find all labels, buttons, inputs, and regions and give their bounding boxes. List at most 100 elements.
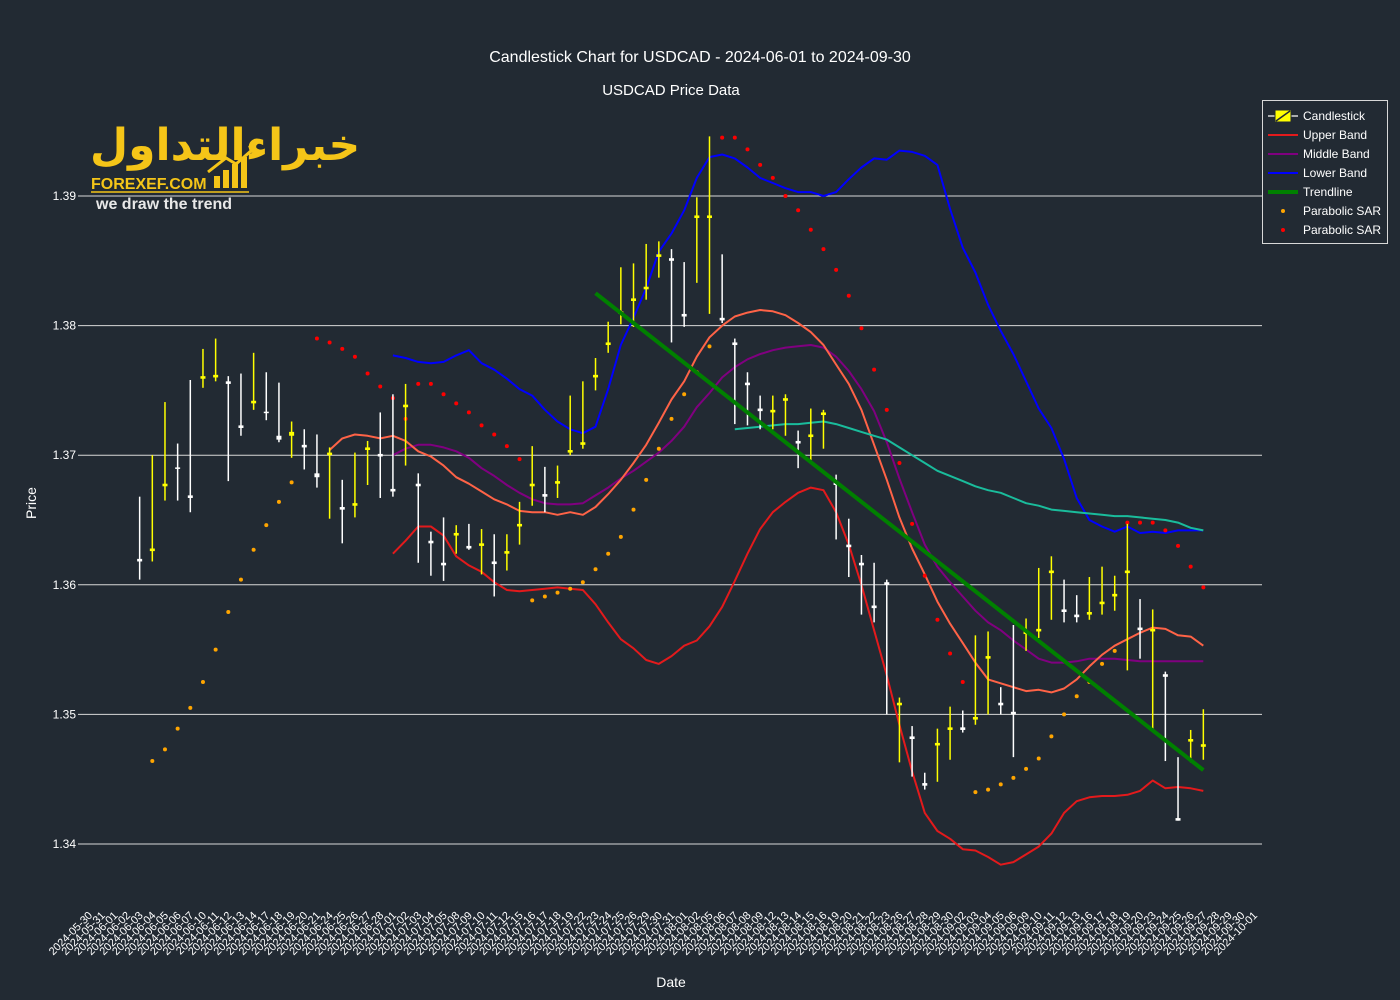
sar-dot-down [479,423,484,428]
candle [1162,671,1168,762]
candle-body [669,258,674,261]
candle-body [365,447,371,451]
sar-dot-down [1201,585,1206,590]
sar-dot-down [935,617,940,622]
chart-window: Candlestick Chart for USDCAD - 2024-06-0… [0,0,1400,1000]
candle [884,579,890,715]
candle-body [896,702,902,706]
candle-body [934,742,940,746]
candle-body [491,561,497,565]
candle-body [1175,818,1181,821]
candle [504,534,510,571]
candle [669,249,674,343]
candle-body [1048,570,1054,574]
y-tick-label: 1.38 [53,319,77,333]
sar-dot-up [580,580,585,585]
legend-label: Middle Band [1303,147,1370,161]
candle [301,429,307,470]
candle [175,443,181,501]
sar-dot-down [960,680,965,684]
middle-band-line [392,344,1204,664]
candle [985,631,991,715]
candle-body [1150,628,1156,632]
sar-dot-down [922,573,927,578]
candle-body [517,523,523,527]
candle [213,338,219,382]
candle-body [327,452,333,456]
y-tick-label: 1.36 [53,578,77,592]
candle-body [529,483,535,487]
candle-body [1061,609,1067,613]
candle-body [137,558,143,562]
legend-label: Lower Band [1303,166,1367,180]
candle-body [149,548,155,552]
candle [149,455,155,562]
y-tick-label: 1.37 [53,448,77,462]
candle [491,534,497,597]
candle-body [441,562,447,566]
candle [1200,709,1206,760]
candle-body [884,582,890,585]
legend: Candlestick Upper Band Middle Band Lower Ba… [1262,100,1388,244]
logo-arabic-text: خبراءالتداول [90,120,360,171]
sar-dot-up [656,446,661,451]
sar-dot-up [264,523,269,528]
candle-body [403,404,409,408]
sar-dot-up [162,747,167,752]
candle [137,496,143,580]
sar-dot-down [948,651,953,656]
sar-dot-down [834,267,839,272]
candle [631,263,637,327]
candle [1061,579,1067,623]
candle-body [744,382,750,386]
sar-dot-up [226,610,231,615]
candle-body [1124,570,1130,574]
candle-body [213,374,219,378]
candle-body [820,412,826,416]
candle [542,466,548,513]
sar-dot-down [365,371,370,376]
candle-body [719,317,725,321]
sar-dot-up [644,477,649,482]
sar-dot-down [872,367,877,372]
sar-dot-up [238,577,243,582]
sar-dot-down [1150,520,1155,525]
candle [453,525,459,554]
candle-body [656,254,662,257]
sar-dot-down [492,432,497,437]
candle-body [301,444,307,448]
moving-average-line-2 [734,420,1204,532]
candle-body [200,376,206,379]
sar-dot-down [808,227,813,232]
legend-label: Candlestick [1303,109,1366,123]
candle-body [808,434,814,438]
sar-dot-up [542,594,547,599]
candle-body [998,702,1004,706]
lower-band-line [392,149,1204,534]
candle [1036,567,1042,638]
sar-dot-down [796,208,801,213]
candle [339,479,345,544]
sar-dot-up [530,598,535,603]
candle-body [1137,627,1143,631]
forexef-logo: خبراءالتداول FOREXEF.COM we draw the tre… [90,120,360,213]
sar-dot-down [910,521,915,526]
sar-dot-up [251,547,256,552]
candle-body [339,507,345,510]
sar-dot-down [517,457,522,462]
sar-dot-down [1188,564,1193,569]
sar-dot-down [428,381,433,386]
y-tick-label: 1.34 [53,837,77,851]
candle [352,452,358,518]
candle [238,373,244,436]
sar-dot-up [618,534,623,539]
candle-body [1112,593,1118,597]
candle [922,772,928,790]
y-tick-label: 1.39 [53,189,77,203]
sar-dot-down [454,401,459,406]
candle-body [909,736,915,740]
candle [1074,595,1080,623]
candle [706,136,712,314]
candle [694,197,700,283]
candle-body [1036,628,1042,632]
